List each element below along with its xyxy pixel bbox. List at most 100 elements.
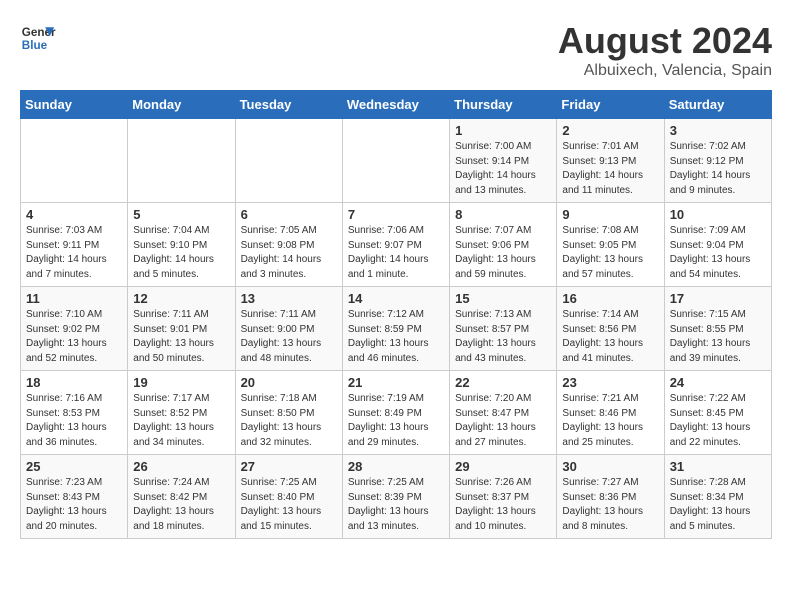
cell-content: Sunrise: 7:10 AM Sunset: 9:02 PM Dayligh… — [26, 308, 122, 366]
calendar-cell — [235, 119, 342, 203]
svg-text:Blue: Blue — [22, 39, 48, 52]
calendar-week-3: 11Sunrise: 7:10 AM Sunset: 9:02 PM Dayli… — [21, 287, 772, 371]
calendar-cell: 12Sunrise: 7:11 AM Sunset: 9:01 PM Dayli… — [128, 287, 235, 371]
cell-content: Sunrise: 7:12 AM Sunset: 8:59 PM Dayligh… — [348, 308, 444, 366]
day-number: 14 — [348, 291, 444, 306]
calendar-cell: 3Sunrise: 7:02 AM Sunset: 9:12 PM Daylig… — [664, 119, 771, 203]
cell-content: Sunrise: 7:04 AM Sunset: 9:10 PM Dayligh… — [133, 224, 229, 282]
calendar-cell: 13 Sunrise: 7:11 AM Sunset: 9:00 PM Dayli… — [235, 287, 342, 371]
day-number: 25 — [26, 459, 122, 474]
calendar-header-row: SundayMondayTuesdayWednesdayThursdayFrid… — [21, 91, 772, 119]
calendar-week-4: 18 Sunrise: 7:16 AM Sunset: 8:53 PM Dayli… — [21, 371, 772, 455]
day-number: 20 — [241, 375, 337, 390]
cell-content: Sunrise: 7:13 AM Sunset: 8:57 PM Dayligh… — [455, 308, 551, 366]
logo: General Blue — [20, 20, 56, 56]
calendar-cell: 30 Sunrise: 7:27 AM Sunset: 8:36 PM Dayli… — [557, 455, 664, 539]
calendar-table: SundayMondayTuesdayWednesdayThursdayFrid… — [20, 90, 772, 539]
calendar-cell — [128, 119, 235, 203]
header-friday: Friday — [557, 91, 664, 119]
day-number: 19 — [133, 375, 229, 390]
calendar-cell: 6 Sunrise: 7:05 AM Sunset: 9:08 PM Daylig… — [235, 203, 342, 287]
cell-content: Sunrise: 7:00 AM Sunset: 9:14 PM Dayligh… — [455, 140, 551, 198]
day-number: 5 — [133, 207, 229, 222]
calendar-cell: 18 Sunrise: 7:16 AM Sunset: 8:53 PM Dayli… — [21, 371, 128, 455]
header-wednesday: Wednesday — [342, 91, 449, 119]
calendar-cell: 22 Sunrise: 7:20 AM Sunset: 8:47 PM Dayli… — [450, 371, 557, 455]
day-number: 7 — [348, 207, 444, 222]
cell-content: Sunrise: 7:25 AM Sunset: 8:39 PM Dayligh… — [348, 476, 444, 534]
page-title: August 2024 — [558, 20, 772, 62]
day-number: 26 — [133, 459, 229, 474]
calendar-cell: 10Sunrise: 7:09 AM Sunset: 9:04 PM Dayli… — [664, 203, 771, 287]
calendar-cell: 11Sunrise: 7:10 AM Sunset: 9:02 PM Dayli… — [21, 287, 128, 371]
calendar-cell: 24Sunrise: 7:22 AM Sunset: 8:45 PM Dayli… — [664, 371, 771, 455]
day-number: 8 — [455, 207, 551, 222]
cell-content: Sunrise: 7:18 AM Sunset: 8:50 PM Dayligh… — [241, 392, 337, 450]
cell-content: Sunrise: 7:08 AM Sunset: 9:05 PM Dayligh… — [562, 224, 658, 282]
calendar-cell: 9 Sunrise: 7:08 AM Sunset: 9:05 PM Daylig… — [557, 203, 664, 287]
calendar-cell: 29Sunrise: 7:26 AM Sunset: 8:37 PM Dayli… — [450, 455, 557, 539]
calendar-cell: 5 Sunrise: 7:04 AM Sunset: 9:10 PM Daylig… — [128, 203, 235, 287]
day-number: 13 — [241, 291, 337, 306]
calendar-cell: 25 Sunrise: 7:23 AM Sunset: 8:43 PM Dayli… — [21, 455, 128, 539]
cell-content: Sunrise: 7:27 AM Sunset: 8:36 PM Dayligh… — [562, 476, 658, 534]
calendar-cell: 19 Sunrise: 7:17 AM Sunset: 8:52 PM Dayli… — [128, 371, 235, 455]
calendar-cell: 27 Sunrise: 7:25 AM Sunset: 8:40 PM Dayli… — [235, 455, 342, 539]
calendar-cell: 21 Sunrise: 7:19 AM Sunset: 8:49 PM Dayli… — [342, 371, 449, 455]
day-number: 2 — [562, 123, 658, 138]
day-number: 27 — [241, 459, 337, 474]
cell-content: Sunrise: 7:25 AM Sunset: 8:40 PM Dayligh… — [241, 476, 337, 534]
day-number: 1 — [455, 123, 551, 138]
title-block: August 2024 Albuixech, Valencia, Spain — [558, 20, 772, 80]
calendar-week-5: 25 Sunrise: 7:23 AM Sunset: 8:43 PM Dayli… — [21, 455, 772, 539]
cell-content: Sunrise: 7:20 AM Sunset: 8:47 PM Dayligh… — [455, 392, 551, 450]
calendar-cell: 8Sunrise: 7:07 AM Sunset: 9:06 PM Daylig… — [450, 203, 557, 287]
cell-content: Sunrise: 7:24 AM Sunset: 8:42 PM Dayligh… — [133, 476, 229, 534]
cell-content: Sunrise: 7:28 AM Sunset: 8:34 PM Dayligh… — [670, 476, 766, 534]
cell-content: Sunrise: 7:23 AM Sunset: 8:43 PM Dayligh… — [26, 476, 122, 534]
day-number: 28 — [348, 459, 444, 474]
calendar-cell: 31Sunrise: 7:28 AM Sunset: 8:34 PM Dayli… — [664, 455, 771, 539]
header-monday: Monday — [128, 91, 235, 119]
calendar-cell: 16Sunrise: 7:14 AM Sunset: 8:56 PM Dayli… — [557, 287, 664, 371]
calendar-cell: 26 Sunrise: 7:24 AM Sunset: 8:42 PM Dayli… — [128, 455, 235, 539]
day-number: 22 — [455, 375, 551, 390]
calendar-cell: 14 Sunrise: 7:12 AM Sunset: 8:59 PM Dayli… — [342, 287, 449, 371]
cell-content: Sunrise: 7:05 AM Sunset: 9:08 PM Dayligh… — [241, 224, 337, 282]
header-thursday: Thursday — [450, 91, 557, 119]
header-sunday: Sunday — [21, 91, 128, 119]
calendar-week-1: 1 Sunrise: 7:00 AM Sunset: 9:14 PM Daylig… — [21, 119, 772, 203]
cell-content: Sunrise: 7:17 AM Sunset: 8:52 PM Dayligh… — [133, 392, 229, 450]
calendar-cell: 1 Sunrise: 7:00 AM Sunset: 9:14 PM Daylig… — [450, 119, 557, 203]
day-number: 9 — [562, 207, 658, 222]
cell-content: Sunrise: 7:01 AM Sunset: 9:13 PM Dayligh… — [562, 140, 658, 198]
calendar-cell: 23 Sunrise: 7:21 AM Sunset: 8:46 PM Dayli… — [557, 371, 664, 455]
logo-icon: General Blue — [20, 20, 56, 56]
cell-content: Sunrise: 7:14 AM Sunset: 8:56 PM Dayligh… — [562, 308, 658, 366]
day-number: 18 — [26, 375, 122, 390]
day-number: 4 — [26, 207, 122, 222]
day-number: 29 — [455, 459, 551, 474]
day-number: 12 — [133, 291, 229, 306]
cell-content: Sunrise: 7:19 AM Sunset: 8:49 PM Dayligh… — [348, 392, 444, 450]
calendar-cell: 4Sunrise: 7:03 AM Sunset: 9:11 PM Daylig… — [21, 203, 128, 287]
day-number: 6 — [241, 207, 337, 222]
cell-content: Sunrise: 7:21 AM Sunset: 8:46 PM Dayligh… — [562, 392, 658, 450]
calendar-cell — [342, 119, 449, 203]
cell-content: Sunrise: 7:09 AM Sunset: 9:04 PM Dayligh… — [670, 224, 766, 282]
page-header: General Blue August 2024 Albuixech, Vale… — [20, 20, 772, 80]
day-number: 23 — [562, 375, 658, 390]
cell-content: Sunrise: 7:11 AM Sunset: 9:00 PM Dayligh… — [241, 308, 337, 366]
header-saturday: Saturday — [664, 91, 771, 119]
cell-content: Sunrise: 7:06 AM Sunset: 9:07 PM Dayligh… — [348, 224, 444, 282]
day-number: 30 — [562, 459, 658, 474]
day-number: 15 — [455, 291, 551, 306]
day-number: 21 — [348, 375, 444, 390]
calendar-cell: 17Sunrise: 7:15 AM Sunset: 8:55 PM Dayli… — [664, 287, 771, 371]
calendar-cell: 2 Sunrise: 7:01 AM Sunset: 9:13 PM Daylig… — [557, 119, 664, 203]
cell-content: Sunrise: 7:02 AM Sunset: 9:12 PM Dayligh… — [670, 140, 766, 198]
calendar-cell: 28 Sunrise: 7:25 AM Sunset: 8:39 PM Dayli… — [342, 455, 449, 539]
day-number: 17 — [670, 291, 766, 306]
cell-content: Sunrise: 7:16 AM Sunset: 8:53 PM Dayligh… — [26, 392, 122, 450]
cell-content: Sunrise: 7:22 AM Sunset: 8:45 PM Dayligh… — [670, 392, 766, 450]
